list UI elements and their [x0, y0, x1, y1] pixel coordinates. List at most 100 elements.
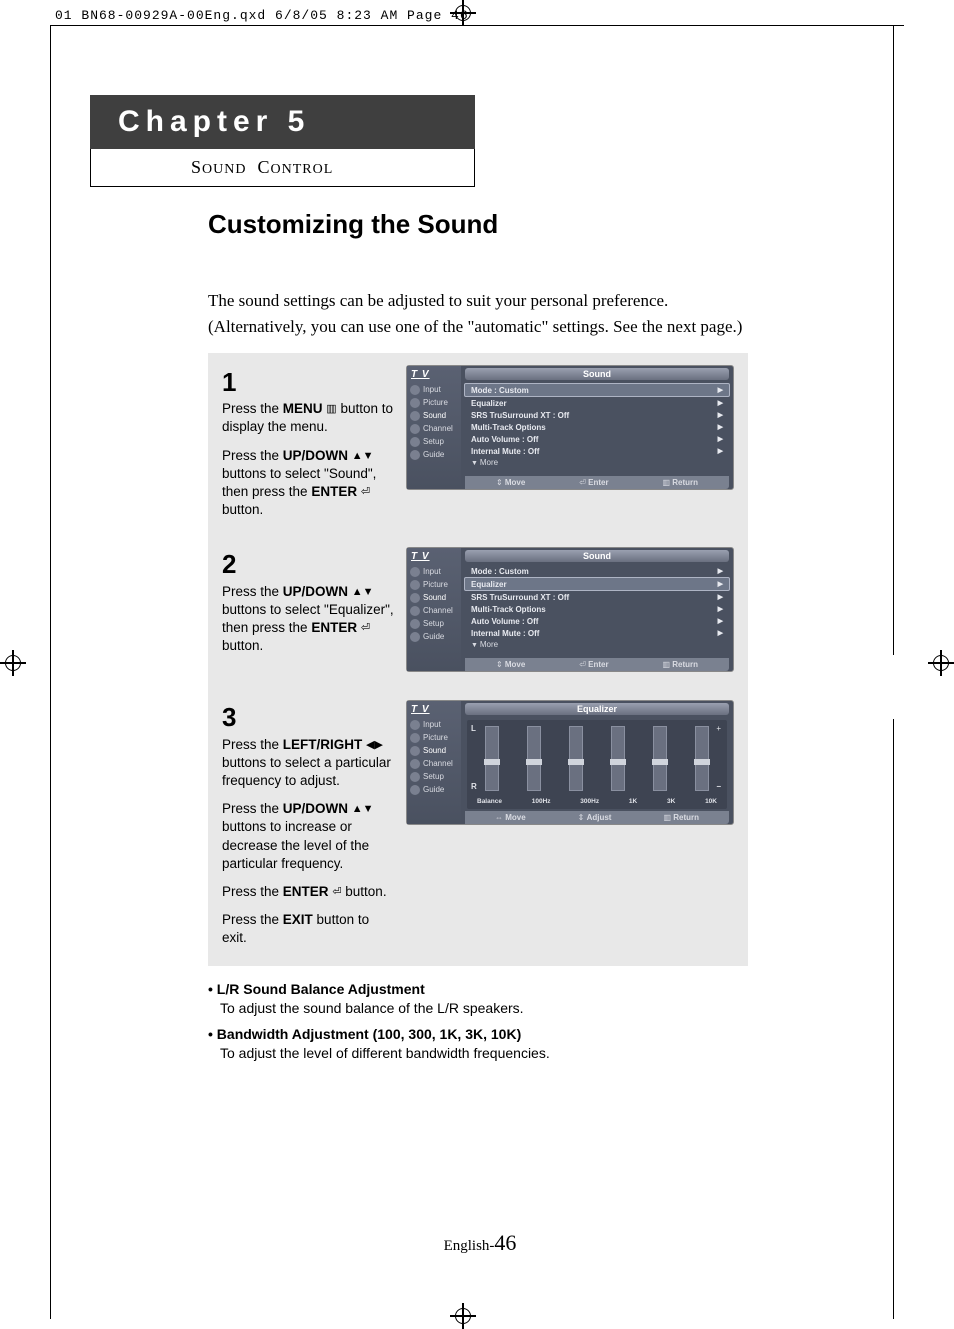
osd-menu-row: SRS TruSurround XT : Off▶ — [465, 409, 729, 421]
osd-sidebar-label: Sound — [423, 746, 446, 755]
osd-menu-row: Mode : Custom▶ — [465, 565, 729, 577]
osd-menu-row: Auto Volume : Off ▶ — [465, 433, 729, 445]
step-number: 1 — [222, 365, 394, 400]
osd-menu-row: Equalizer▶ — [465, 397, 729, 409]
osd-tv-label: T V — [407, 703, 461, 718]
eq-band-label: 1K — [629, 798, 637, 805]
osd-sidebar-icon — [410, 772, 420, 782]
osd-screenshot: T VInputPictureSoundChannelSetupGuide So… — [406, 365, 734, 490]
osd-menu-row: Internal Mute : Off▶ — [465, 445, 729, 457]
step-3: 3 Press the LEFT/RIGHT ◀▶ buttons to sel… — [222, 700, 734, 947]
osd-footer: MoveEnterReturn — [465, 476, 729, 489]
osd-footer-move: Move — [495, 813, 526, 822]
chevron-right-icon: ▶ — [718, 617, 723, 626]
osd-sidebar-item-sound: Sound — [407, 744, 461, 757]
osd-sidebar-icon — [410, 411, 420, 421]
button-glyph-icon: ⏎ — [361, 622, 370, 634]
osd-sidebar: T VInputPictureSoundChannelSetupGuide — [407, 548, 461, 671]
chapter-heading: Chapter 5 SOUND CONTROL — [90, 95, 475, 187]
eq-band-labels: Balance100Hz300Hz1K3K10K — [477, 798, 717, 805]
osd-sidebar-label: Input — [423, 720, 441, 729]
eq-area: L R + − Balance100Hz300Hz1K3K10K — [467, 720, 727, 809]
osd-sidebar-icon — [410, 450, 420, 460]
osd-sidebar-label: Setup — [423, 437, 444, 446]
osd-sidebar-label: Setup — [423, 772, 444, 781]
osd-sidebar-icon — [410, 567, 420, 577]
osd-sidebar: T VInputPictureSoundChannelSetupGuide — [407, 701, 461, 824]
osd-sidebar-label: Setup — [423, 619, 444, 628]
button-glyph-icon: ⏎ — [361, 486, 370, 498]
osd-footer-return: Return — [662, 660, 698, 669]
eq-minus-bottom: − — [716, 782, 721, 791]
chevron-right-icon: ▶ — [718, 435, 723, 444]
osd-tv-label: T V — [407, 550, 461, 565]
step-1: 1 Press the MENU ▥ button to display the… — [222, 365, 734, 519]
osd-sidebar-label: Input — [423, 567, 441, 576]
step-instruction: Press the MENU ▥ button to display the m… — [222, 400, 394, 436]
osd-sidebar-icon — [410, 619, 420, 629]
osd-sidebar-label: Input — [423, 385, 441, 394]
eq-band-label: 10K — [705, 798, 717, 805]
registration-mark-bottom — [450, 1303, 476, 1329]
osd-row-label: Mode : Custom — [471, 386, 529, 395]
note-body: To adjust the sound balance of the L/R s… — [220, 999, 748, 1019]
osd-row-label: SRS TruSurround XT : Off — [471, 593, 569, 602]
page-number-prefix: English- — [444, 1238, 495, 1254]
osd-sidebar-icon — [410, 385, 420, 395]
osd-sidebar-item-guide: Guide — [407, 783, 461, 796]
osd-footer-adjust: Adjust — [578, 813, 612, 822]
osd-menu-row: Equalizer▶ — [464, 577, 730, 591]
button-glyph-icon: ⏎ — [332, 886, 341, 898]
chevron-right-icon: ▶ — [718, 399, 723, 408]
step-instruction: Press the LEFT/RIGHT ◀▶ buttons to selec… — [222, 736, 394, 791]
chapter-title: Chapter 5 — [90, 95, 475, 149]
eq-slider-thumb — [694, 759, 710, 765]
osd-more: More — [465, 457, 729, 468]
step-instruction: Press the EXIT button to exit. — [222, 911, 394, 947]
osd-sidebar-item-guide: Guide — [407, 630, 461, 643]
osd-row-label: Auto Volume : Off — [471, 435, 538, 444]
chevron-right-icon: ▶ — [718, 629, 723, 638]
chevron-right-icon: ▶ — [718, 423, 723, 432]
osd-sidebar-label: Channel — [423, 759, 453, 768]
osd-row-label: Internal Mute : Off — [471, 447, 539, 456]
osd-sidebar-item-picture: Picture — [407, 578, 461, 591]
osd-main: Equalizer L R + − Balance100Hz300Hz1K3K1… — [461, 701, 733, 824]
eq-sliders — [485, 726, 709, 791]
step-instruction: Press the UP/DOWN ▲▼ buttons to select "… — [222, 583, 394, 656]
button-glyph-icon: ▲▼ — [352, 803, 374, 815]
note-body: To adjust the level of different bandwid… — [220, 1044, 748, 1064]
button-glyph-icon: ▲▼ — [352, 450, 374, 462]
section-title: Customizing the Sound — [208, 209, 870, 240]
osd-sidebar-icon — [410, 593, 420, 603]
osd-sidebar-label: Picture — [423, 580, 448, 589]
osd-sidebar-icon — [410, 437, 420, 447]
eq-slider — [695, 726, 709, 791]
osd-sidebar-label: Guide — [423, 785, 444, 794]
osd-main: Sound Mode : Custom▶Equalizer▶SRS TruSur… — [461, 366, 733, 489]
osd-main: Sound Mode : Custom▶Equalizer▶SRS TruSur… — [461, 548, 733, 671]
osd-sidebar-item-input: Input — [407, 718, 461, 731]
osd-footer-move: Move — [496, 478, 525, 487]
button-glyph-icon: ▥ — [326, 403, 336, 415]
osd-sidebar-item-guide: Guide — [407, 448, 461, 461]
osd-footer: MoveAdjustReturn — [465, 811, 729, 824]
eq-slider-thumb — [652, 759, 668, 765]
osd-more: More — [465, 639, 729, 650]
osd-tv-label: T V — [407, 368, 461, 383]
intro-line-2: (Alternatively, you can use one of the "… — [208, 314, 870, 340]
osd-footer: MoveEnterReturn — [465, 658, 729, 671]
eq-slider — [527, 726, 541, 791]
eq-slider-thumb — [610, 759, 626, 765]
step-number: 3 — [222, 700, 394, 735]
intro-line-1: The sound settings can be adjusted to su… — [208, 288, 870, 314]
button-glyph-icon: ◀▶ — [366, 739, 383, 751]
osd-row-label: SRS TruSurround XT : Off — [471, 411, 569, 420]
osd-menu-row: Auto Volume : Off▶ — [465, 615, 729, 627]
page-number: English-46 — [90, 1230, 870, 1256]
osd-footer-move: Move — [496, 660, 525, 669]
osd-sidebar-item-input: Input — [407, 565, 461, 578]
osd-panel-title: Equalizer — [465, 703, 729, 715]
step-instruction: Press the UP/DOWN ▲▼ buttons to increase… — [222, 800, 394, 873]
eq-slider — [485, 726, 499, 791]
